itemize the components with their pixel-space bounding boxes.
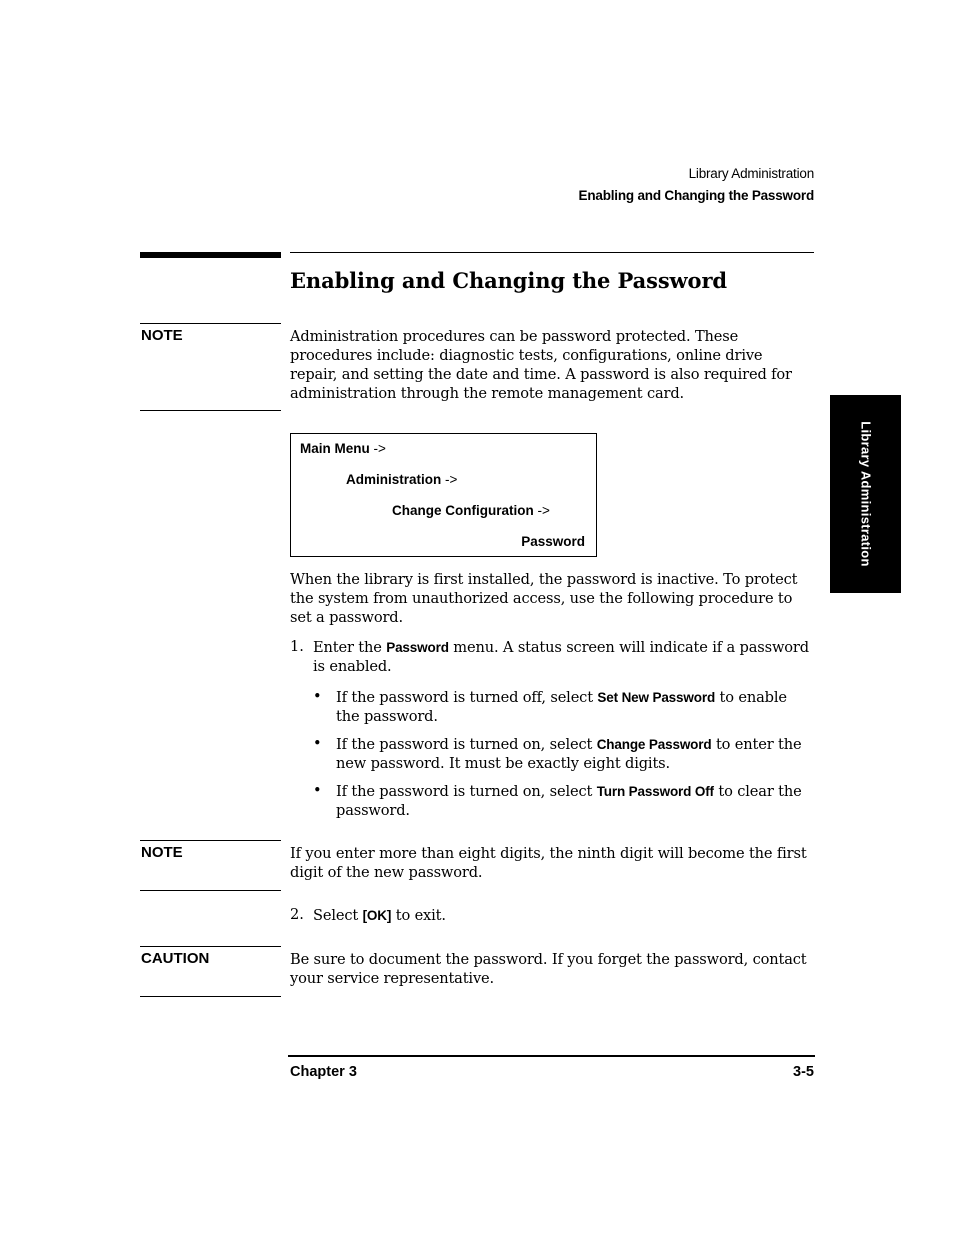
ui-term: Turn Password Off	[596, 784, 714, 799]
note1-top-rule	[140, 323, 281, 324]
title-thick-rule	[140, 252, 281, 258]
bullet-symbol: •	[313, 782, 322, 799]
bullet-item: If the password is turned off, select Se…	[336, 688, 814, 726]
step-text: Enter the Password menu. A status screen…	[313, 638, 814, 676]
menu-path-arrow: ->	[369, 441, 386, 456]
menu-path-label: Main Menu	[300, 441, 370, 456]
ui-term: Change Password	[596, 737, 712, 752]
bullet-text-before: If the password is turned on, select	[336, 783, 597, 800]
footer-page-number: 3-5	[793, 1064, 814, 1080]
note2-text: If you enter more than eight digits, the…	[290, 845, 807, 881]
footer-chapter: Chapter 3	[290, 1064, 357, 1080]
ui-term: [OK]	[362, 908, 392, 923]
footer-rule	[288, 1055, 815, 1057]
side-tab-label: Library Administration	[858, 421, 873, 567]
title-thin-rule	[290, 252, 814, 253]
menu-path-item: Administration ->	[346, 472, 457, 487]
menu-path-arrow: ->	[533, 503, 550, 518]
note2-top-rule	[140, 840, 281, 841]
step-number: 2.	[290, 906, 304, 923]
side-tab: Library Administration	[830, 395, 901, 593]
note1-label: NOTE	[141, 327, 183, 344]
note1-bottom-rule	[140, 410, 281, 411]
bullet-item: If the password is turned on, select Tur…	[336, 782, 814, 820]
caution-top-rule	[140, 946, 281, 947]
bullet-text-before: If the password is turned off, select	[336, 689, 598, 706]
ui-term: Set New Password	[597, 690, 716, 705]
menu-path-label: Password	[521, 534, 585, 549]
caution-text: Be sure to document the password. If you…	[290, 951, 807, 987]
bullet-item: If the password is turned on, select Cha…	[336, 735, 814, 773]
menu-path-label: Administration	[346, 472, 442, 487]
ui-term: Password	[386, 640, 449, 655]
step-text-before: Enter the	[313, 639, 387, 656]
step-number: 1.	[290, 638, 304, 655]
page-title: Enabling and Changing the Password	[290, 268, 727, 293]
caution-label: CAUTION	[141, 950, 210, 967]
menu-path-arrow: ->	[441, 472, 458, 487]
menu-path-item: Password	[521, 534, 585, 549]
step-text-before: Select	[313, 907, 363, 924]
running-header-section: Library Administration	[688, 166, 815, 181]
bullet-symbol: •	[313, 688, 322, 705]
note2-label: NOTE	[141, 844, 183, 861]
menu-path-label: Change Configuration	[392, 503, 534, 518]
intro-paragraph: When the library is first installed, the…	[290, 571, 798, 626]
note2-bottom-rule	[140, 890, 281, 891]
menu-path-item: Main Menu ->	[300, 441, 386, 456]
bullet-text-before: If the password is turned on, select	[336, 736, 597, 753]
running-header-topic: Enabling and Changing the Password	[578, 188, 815, 203]
menu-path-box: Main Menu -> Administration -> Change Co…	[290, 433, 597, 557]
menu-path-item: Change Configuration ->	[392, 503, 550, 518]
bullet-symbol: •	[313, 735, 322, 752]
step-text-after: to exit.	[391, 907, 446, 924]
caution-bottom-rule	[140, 996, 281, 997]
step-text: Select [OK] to exit.	[313, 906, 814, 925]
note1-text: Administration procedures can be passwor…	[290, 328, 792, 402]
